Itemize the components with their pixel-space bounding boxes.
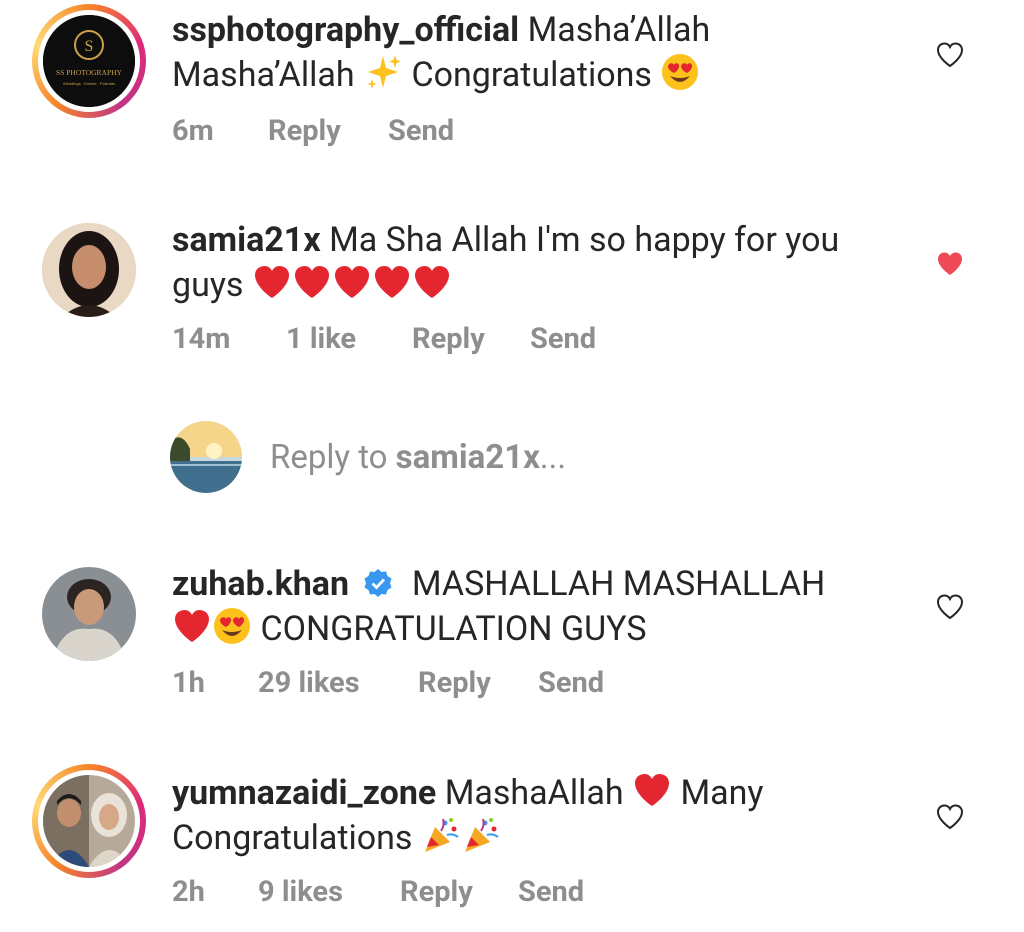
reply-button[interactable]: Reply — [400, 872, 473, 912]
red-hearts — [252, 265, 452, 305]
like-heart-icon[interactable] — [935, 592, 965, 622]
comment-body-line2b: Congratulations — [411, 55, 652, 95]
comment-text: ssphotography_official Masha’Allah Masha… — [172, 8, 912, 97]
red-heart-icon — [294, 266, 329, 298]
comment-text: zuhab.khan MASHALLAH MASHALLAH CONGRATUL… — [172, 562, 912, 651]
red-heart-icon — [175, 610, 209, 642]
profile-photo-icon — [42, 567, 136, 661]
comment-username[interactable]: yumnazaidi_zone — [172, 773, 436, 813]
reply-to-placeholder[interactable]: Reply to samia21x... — [270, 436, 566, 480]
send-button[interactable]: Send — [388, 111, 454, 151]
comment-body-line1a: MashaAllah — [444, 773, 624, 813]
comment-text: samia21x Ma Sha Allah I'm so happy for y… — [172, 218, 912, 307]
comment-body-line2a: Masha’Allah — [172, 55, 355, 95]
profile-photo-icon — [42, 223, 136, 317]
avatar[interactable] — [42, 567, 136, 661]
reply-button[interactable]: Reply — [268, 111, 341, 151]
comment-username[interactable]: samia21x — [172, 220, 321, 260]
comment-username[interactable]: zuhab.khan — [172, 564, 349, 604]
svg-text:S: S — [85, 38, 94, 55]
reply-to-username: samia21x — [395, 438, 540, 477]
comment-body-line1: Masha’Allah — [527, 10, 711, 50]
reply-to-prefix: Reply to — [270, 438, 388, 477]
comment-body-line1: Ma Sha Allah I'm so happy for you — [329, 220, 840, 260]
comment-username[interactable]: ssphotography_official — [172, 10, 519, 50]
current-user-avatar — [170, 421, 242, 493]
avatar[interactable]: S SS PHOTOGRAPHY Weddings · Events · Por… — [32, 4, 146, 118]
comment-body-line2: Congratulations — [172, 818, 413, 858]
comment-body-line2: guys — [172, 265, 244, 305]
comment-time: 2h — [172, 875, 205, 909]
comment-time: 6m — [172, 114, 214, 148]
likes-count[interactable]: 29 likes — [258, 663, 360, 703]
likes-count[interactable]: 9 likes — [258, 872, 343, 912]
comment-time: 14m — [172, 322, 231, 356]
reply-button[interactable]: Reply — [418, 663, 491, 703]
red-heart-icon — [374, 266, 409, 298]
reply-to-ellipsis: ... — [539, 438, 567, 477]
reply-button[interactable]: Reply — [412, 319, 485, 359]
comment-body-line2: CONGRATULATION GUYS — [260, 609, 647, 649]
svg-text:Weddings · Events · Portraits: Weddings · Events · Portraits — [63, 81, 115, 86]
heart-eyes-icon — [662, 54, 699, 90]
comment-time: 1h — [172, 666, 205, 700]
sparkles-icon — [367, 55, 402, 89]
party-popper-icon — [424, 818, 459, 852]
likes-count[interactable]: 1 like — [286, 319, 356, 359]
like-heart-icon[interactable] — [935, 40, 965, 70]
red-heart-icon — [414, 266, 449, 298]
verified-badge-icon — [364, 569, 392, 597]
red-heart-icon — [254, 266, 289, 298]
ss-logo-icon: S SS PHOTOGRAPHY Weddings · Events · Por… — [43, 15, 135, 107]
svg-text:SS PHOTOGRAPHY: SS PHOTOGRAPHY — [56, 68, 123, 77]
send-button[interactable]: Send — [538, 663, 604, 703]
like-heart-icon[interactable] — [935, 802, 965, 832]
profile-photo-icon — [43, 775, 135, 867]
send-button[interactable]: Send — [518, 872, 584, 912]
comment-text: yumnazaidi_zone MashaAllah Many Congratu… — [172, 770, 912, 860]
liked-heart-icon[interactable] — [935, 249, 965, 279]
comment-body-line1: MASHALLAH MASHALLAH — [411, 564, 826, 604]
avatar[interactable] — [42, 223, 136, 317]
red-heart-icon — [334, 266, 369, 298]
landscape-photo-icon — [170, 421, 242, 493]
comment-body-line1b: Many — [680, 773, 764, 813]
send-button[interactable]: Send — [530, 319, 596, 359]
heart-eyes-icon — [214, 608, 250, 644]
party-popper-icon — [464, 818, 499, 852]
avatar[interactable] — [32, 764, 146, 878]
red-heart-icon — [635, 774, 670, 806]
